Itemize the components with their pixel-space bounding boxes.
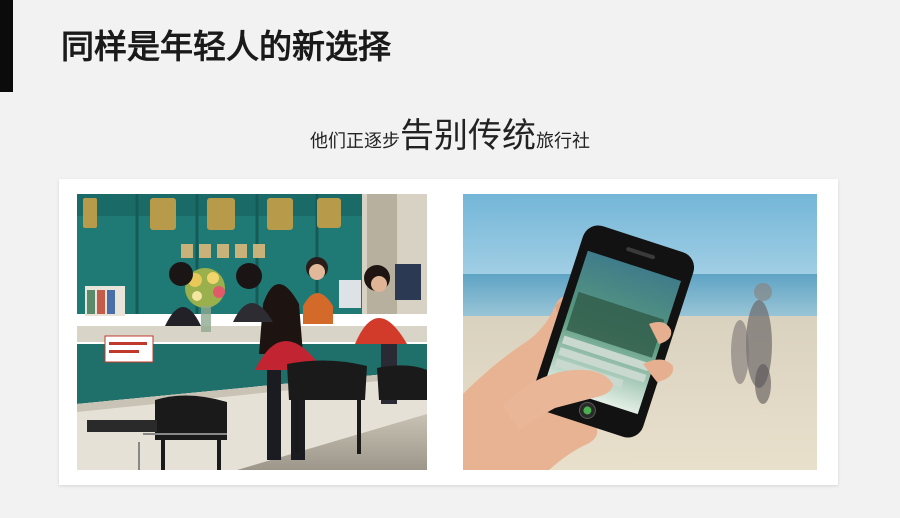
smartphone-beach-photo	[463, 194, 817, 470]
photo-card	[59, 179, 838, 485]
subtitle-highlight: 告别传统	[400, 116, 536, 156]
subtitle: 他们正逐步告别传统旅行社	[0, 108, 900, 157]
subtitle-after: 旅行社	[536, 131, 590, 152]
travel-agency-counter-photo	[77, 194, 427, 470]
slide-title: 同样是年轻人的新选择	[61, 27, 391, 66]
title-accent-bar	[0, 0, 13, 92]
subtitle-before: 他们正逐步	[310, 131, 400, 152]
